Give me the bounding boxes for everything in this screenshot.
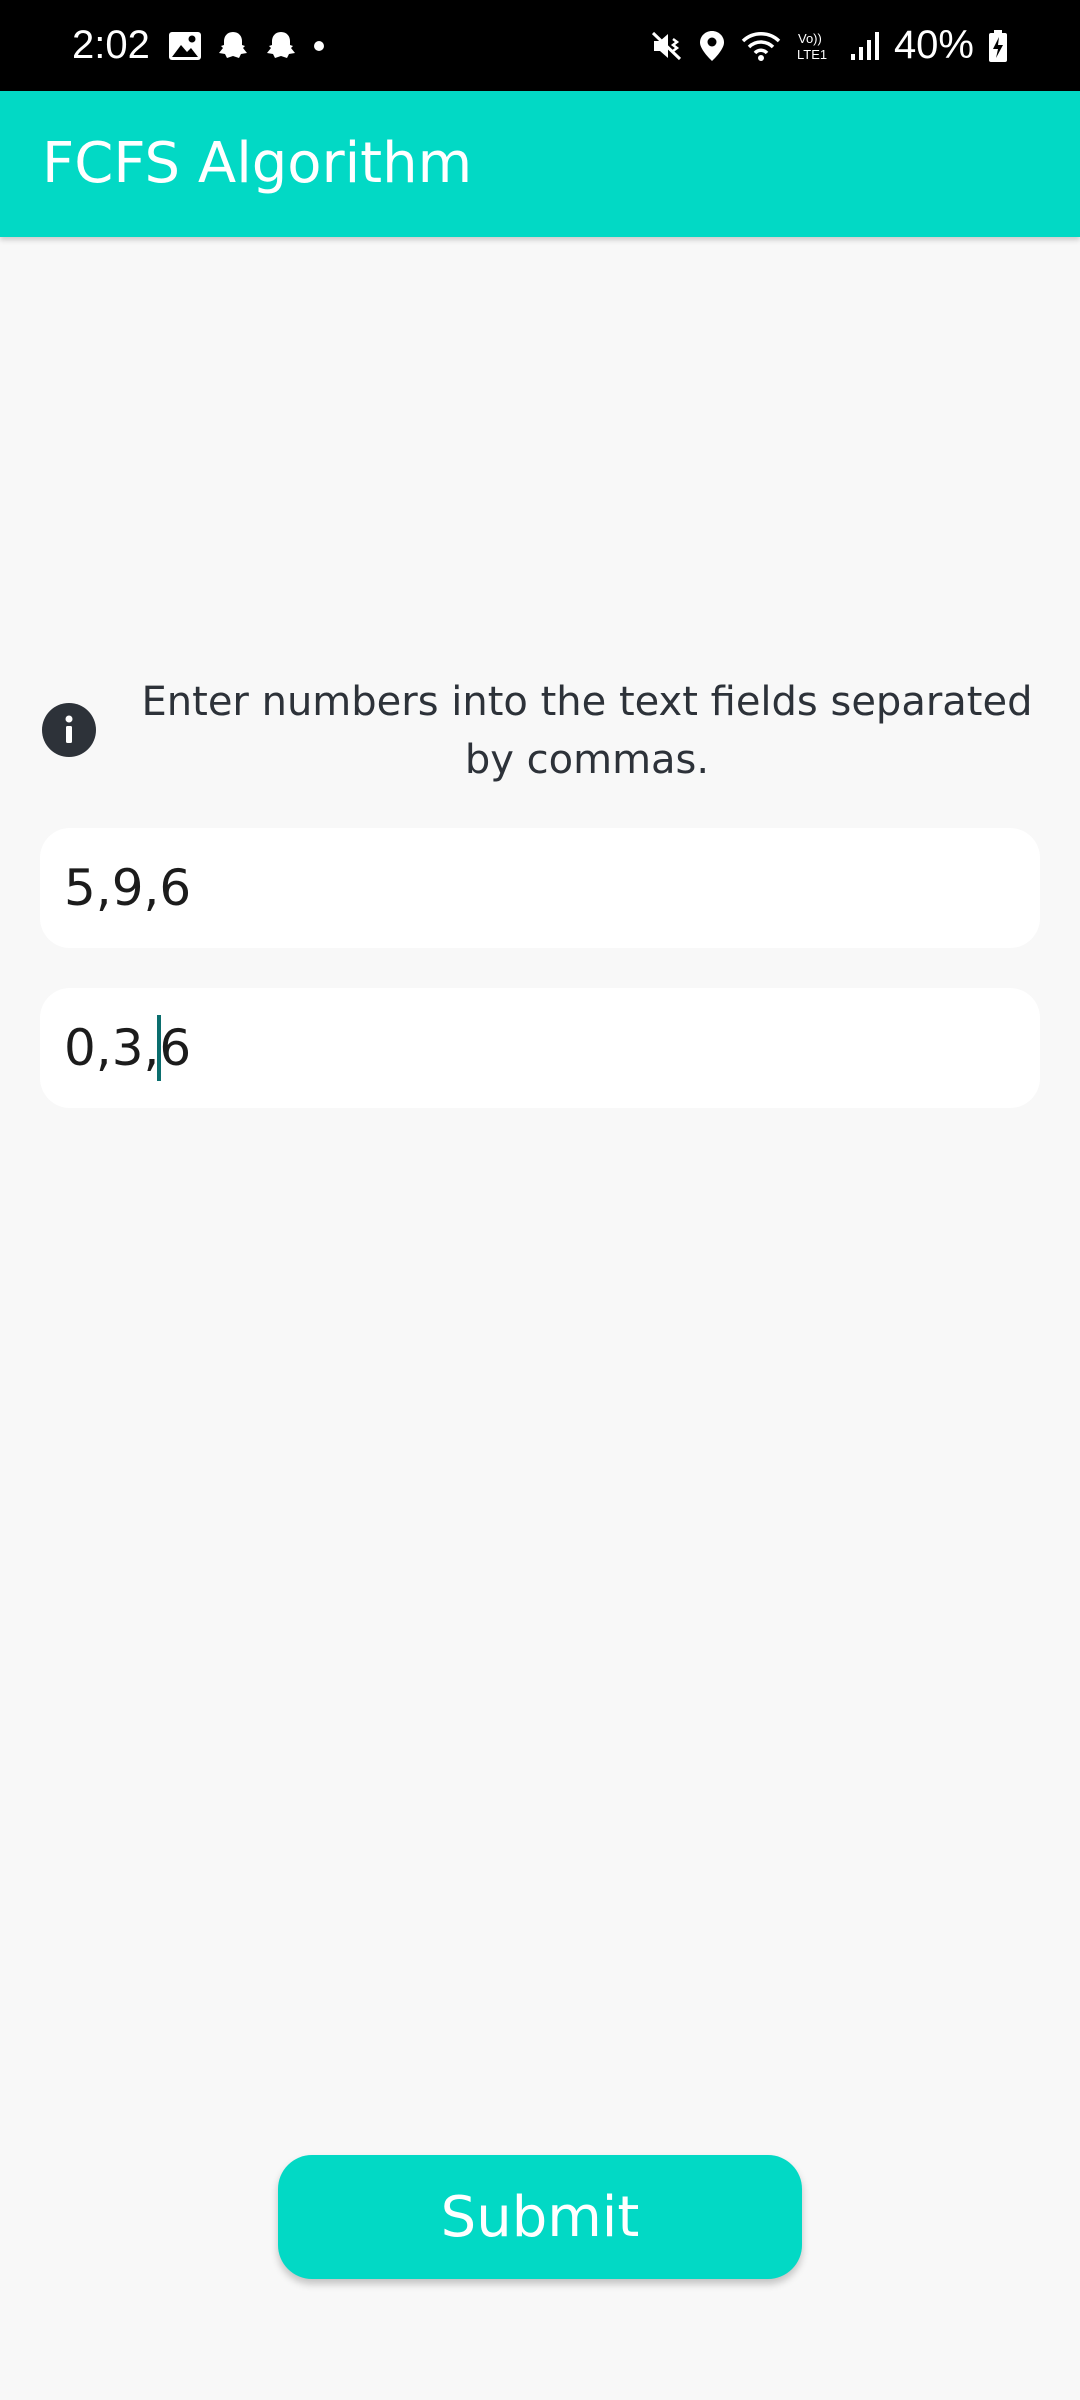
signal-icon	[850, 30, 880, 62]
text-field-2-value-before-cursor: 0,3,	[64, 1019, 160, 1077]
gallery-icon	[168, 31, 202, 61]
status-bar: 2:02 Vo)) LTE1 40%	[0, 0, 1080, 91]
dot-icon	[312, 39, 326, 53]
location-icon	[698, 29, 726, 63]
text-field-2[interactable]: 0,3, 6	[40, 988, 1040, 1108]
status-right: Vo)) LTE1 40%	[636, 0, 1008, 91]
svg-text:LTE1: LTE1	[797, 47, 827, 62]
hint-row: Enter numbers into the text fields separ…	[42, 673, 1038, 793]
svg-text:Vo)): Vo))	[798, 31, 822, 46]
status-time: 2:02	[72, 23, 150, 67]
info-icon	[42, 703, 96, 757]
battery-percent: 40%	[893, 23, 974, 67]
vibrate-mute-icon	[650, 29, 684, 63]
text-field-1[interactable]: 5,9,6	[40, 828, 1040, 948]
status-left: 2:02	[72, 0, 340, 91]
text-field-1-value: 5,9,6	[64, 859, 192, 917]
app-bar: FCFS Algorithm	[0, 91, 1080, 237]
hint-text: Enter numbers into the text fields separ…	[141, 679, 1033, 783]
snapchat-icon	[216, 29, 250, 63]
battery-charging-icon	[988, 29, 1008, 63]
submit-button[interactable]: Submit	[278, 2155, 802, 2279]
app-title: FCFS Algorithm	[42, 131, 473, 196]
text-field-2-value-after-cursor: 6	[159, 1019, 192, 1077]
snapchat-icon	[264, 29, 298, 63]
wifi-icon	[740, 29, 782, 63]
volte-lte-icon: Vo)) LTE1	[796, 29, 836, 63]
